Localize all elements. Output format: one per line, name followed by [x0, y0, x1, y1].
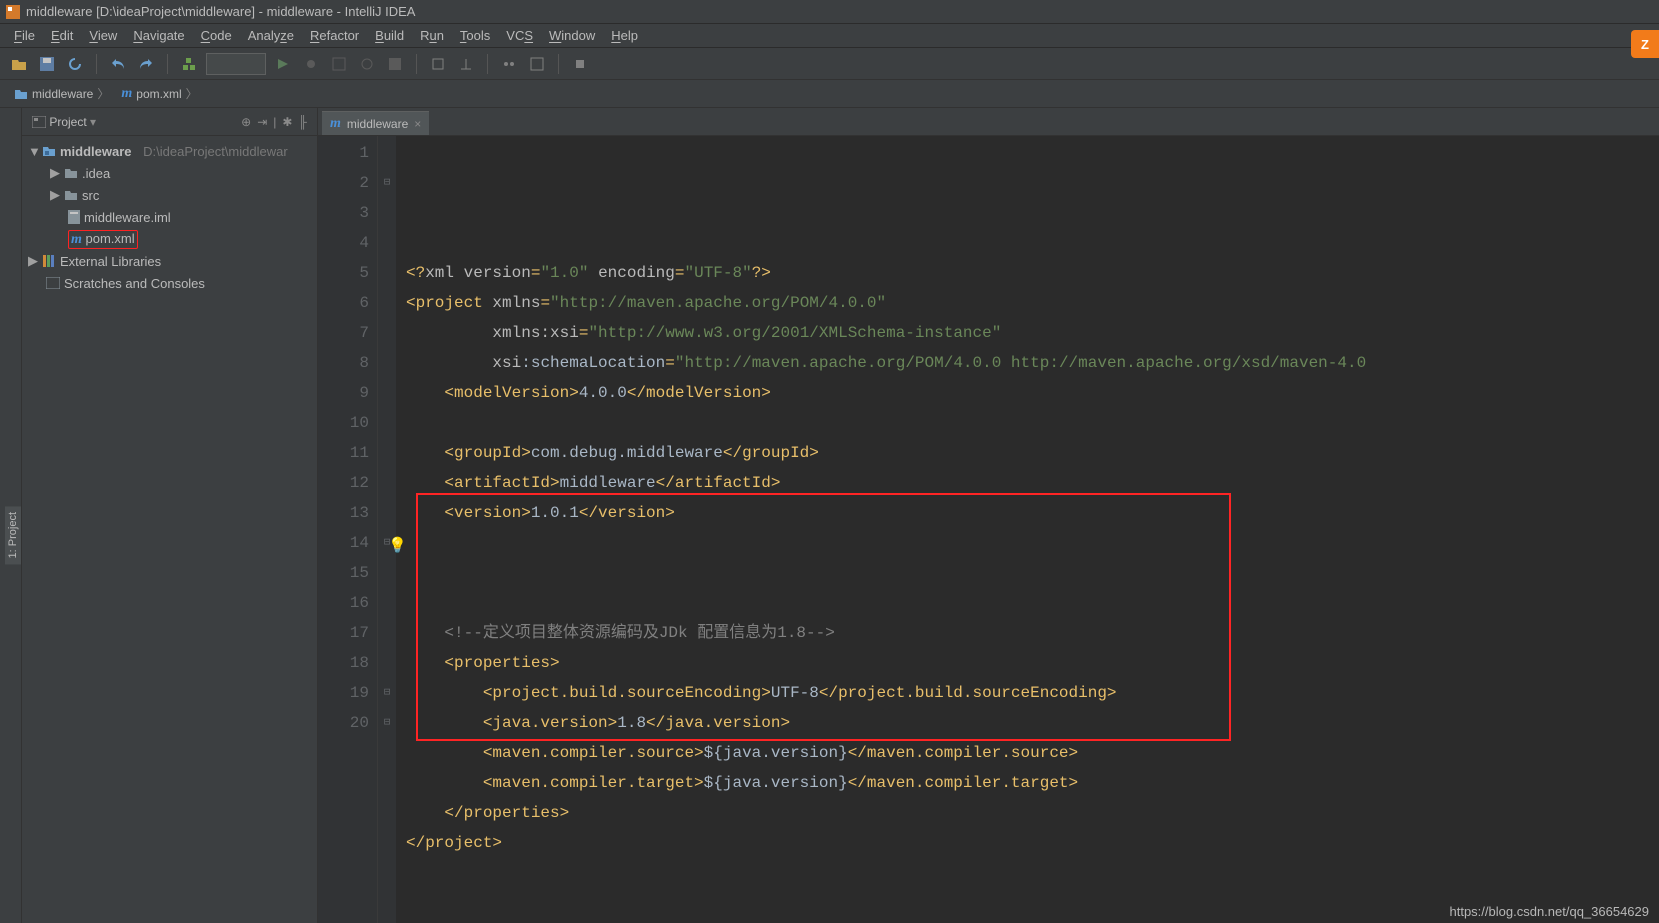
- extra4-button[interactable]: [526, 53, 548, 75]
- undo-button[interactable]: [107, 53, 129, 75]
- tree-root-path: D:\ideaProject\middlewar: [143, 144, 288, 159]
- maven-icon: m: [330, 116, 341, 132]
- target-icon[interactable]: ⊕: [241, 115, 251, 129]
- menu-edit[interactable]: Edit: [43, 28, 81, 43]
- menu-build[interactable]: Build: [367, 28, 412, 43]
- sync-button[interactable]: [64, 53, 86, 75]
- fold-column[interactable]: ⊟⊟⊟⊟: [378, 136, 396, 923]
- coverage-button[interactable]: [328, 53, 350, 75]
- intention-bulb-icon[interactable]: 💡: [388, 532, 407, 562]
- breadcrumb-root-label: middleware: [32, 87, 93, 101]
- project-panel: Project ▾ ⊕ ⇥ | ✱ ╟ ▼ middleware D:\idea…: [22, 108, 318, 923]
- left-tool-stripe: 1: Project ★ 2: Favorites Structure: [0, 108, 22, 923]
- chevron-right-icon[interactable]: ▶: [50, 165, 60, 181]
- tree-iml[interactable]: middleware.iml: [22, 206, 317, 228]
- gear-icon[interactable]: ✱: [282, 115, 292, 129]
- run-config-combo[interactable]: [206, 53, 266, 75]
- right-badge-icon[interactable]: Z: [1631, 30, 1659, 58]
- tree-pom[interactable]: m pom.xml: [22, 228, 317, 250]
- close-icon[interactable]: ×: [414, 117, 421, 131]
- editor-tabs: m middleware ×: [318, 108, 1659, 136]
- profile-button[interactable]: [356, 53, 378, 75]
- stop-button[interactable]: [384, 53, 406, 75]
- folder-icon: [14, 88, 28, 100]
- tree-item-label: middleware.iml: [84, 210, 171, 225]
- extra2-button[interactable]: [455, 53, 477, 75]
- maven-icon: m: [71, 232, 82, 247]
- menu-refactor[interactable]: Refactor: [302, 28, 367, 43]
- breadcrumb: middleware 〉 m pom.xml 〉: [0, 80, 1659, 108]
- project-panel-title: Project: [49, 115, 86, 129]
- file-icon: [68, 210, 80, 224]
- tree-item-label: Scratches and Consoles: [64, 276, 205, 291]
- editor-tab-label: middleware: [347, 117, 408, 131]
- menu-help[interactable]: Help: [603, 28, 646, 43]
- chevron-right-icon: 〉: [186, 85, 198, 102]
- extra1-button[interactable]: [427, 53, 449, 75]
- menu-navigate[interactable]: Navigate: [125, 28, 192, 43]
- chevron-down-icon[interactable]: ▾: [90, 115, 96, 129]
- chevron-right-icon[interactable]: ▶: [50, 187, 60, 203]
- tree-src[interactable]: ▶ src: [22, 184, 317, 206]
- code-editor[interactable]: 1234567891011121314151617181920 ⊟⊟⊟⊟ 💡 <…: [318, 136, 1659, 923]
- menu-code[interactable]: Code: [193, 28, 240, 43]
- module-icon: [42, 145, 56, 157]
- project-view-icon: [32, 116, 46, 128]
- folder-icon: [64, 167, 78, 179]
- chevron-right-icon[interactable]: ▶: [28, 253, 38, 269]
- main-toolbar: [0, 48, 1659, 80]
- tool-tab-project[interactable]: 1: Project: [5, 506, 21, 564]
- menu-analyze[interactable]: Analyze: [240, 28, 302, 43]
- menu-view[interactable]: View: [81, 28, 125, 43]
- hide-icon[interactable]: ╟: [298, 115, 307, 129]
- scratches-icon: [46, 277, 60, 289]
- collapse-icon[interactable]: ⇥: [257, 115, 267, 129]
- maven-icon: m: [121, 86, 132, 102]
- libraries-icon: [42, 254, 56, 268]
- title-text: middleware [D:\ideaProject\middleware] -…: [26, 4, 415, 19]
- save-all-button[interactable]: [36, 53, 58, 75]
- tree-item-label: src: [82, 188, 99, 203]
- run-button[interactable]: [272, 53, 294, 75]
- menu-bar: File Edit View Navigate Code Analyze Ref…: [0, 24, 1659, 48]
- tree-scratches[interactable]: Scratches and Consoles: [22, 272, 317, 294]
- editor-tab[interactable]: m middleware ×: [322, 111, 429, 135]
- tree-root-label: middleware: [60, 144, 132, 159]
- tree-idea[interactable]: ▶ .idea: [22, 162, 317, 184]
- breadcrumb-root[interactable]: middleware 〉: [8, 85, 115, 102]
- menu-run[interactable]: Run: [412, 28, 452, 43]
- breadcrumb-file[interactable]: m pom.xml 〉: [115, 85, 203, 102]
- line-gutter: 1234567891011121314151617181920: [318, 136, 378, 923]
- tree-ext-libs[interactable]: ▶ External Libraries: [22, 250, 317, 272]
- open-button[interactable]: [8, 53, 30, 75]
- menu-vcs[interactable]: VCS: [498, 28, 541, 43]
- chevron-right-icon: 〉: [97, 85, 109, 102]
- tree-item-label: pom.xml: [86, 231, 135, 246]
- menu-tools[interactable]: Tools: [452, 28, 498, 43]
- app-icon: [6, 5, 20, 19]
- project-panel-header: Project ▾ ⊕ ⇥ | ✱ ╟: [22, 108, 317, 136]
- debug-button[interactable]: [300, 53, 322, 75]
- menu-window[interactable]: Window: [541, 28, 603, 43]
- build-button[interactable]: [178, 53, 200, 75]
- tree-root[interactable]: ▼ middleware D:\ideaProject\middlewar: [22, 140, 317, 162]
- code-content[interactable]: 💡 <?xml version="1.0" encoding="UTF-8"?>…: [396, 136, 1659, 923]
- editor-pane: m middleware × 1234567891011121314151617…: [318, 108, 1659, 923]
- extra3-button[interactable]: [498, 53, 520, 75]
- project-tree[interactable]: ▼ middleware D:\ideaProject\middlewar ▶.…: [22, 136, 317, 298]
- watermark-text: https://blog.csdn.net/qq_36654629: [1450, 904, 1650, 919]
- chevron-down-icon[interactable]: ▼: [28, 144, 38, 159]
- tree-item-label: External Libraries: [60, 254, 161, 269]
- extra5-button[interactable]: [569, 53, 591, 75]
- tree-item-label: .idea: [82, 166, 110, 181]
- title-bar: middleware [D:\ideaProject\middleware] -…: [0, 0, 1659, 24]
- redo-button[interactable]: [135, 53, 157, 75]
- menu-file[interactable]: File: [6, 28, 43, 43]
- breadcrumb-file-label: pom.xml: [136, 87, 181, 101]
- folder-icon: [64, 189, 78, 201]
